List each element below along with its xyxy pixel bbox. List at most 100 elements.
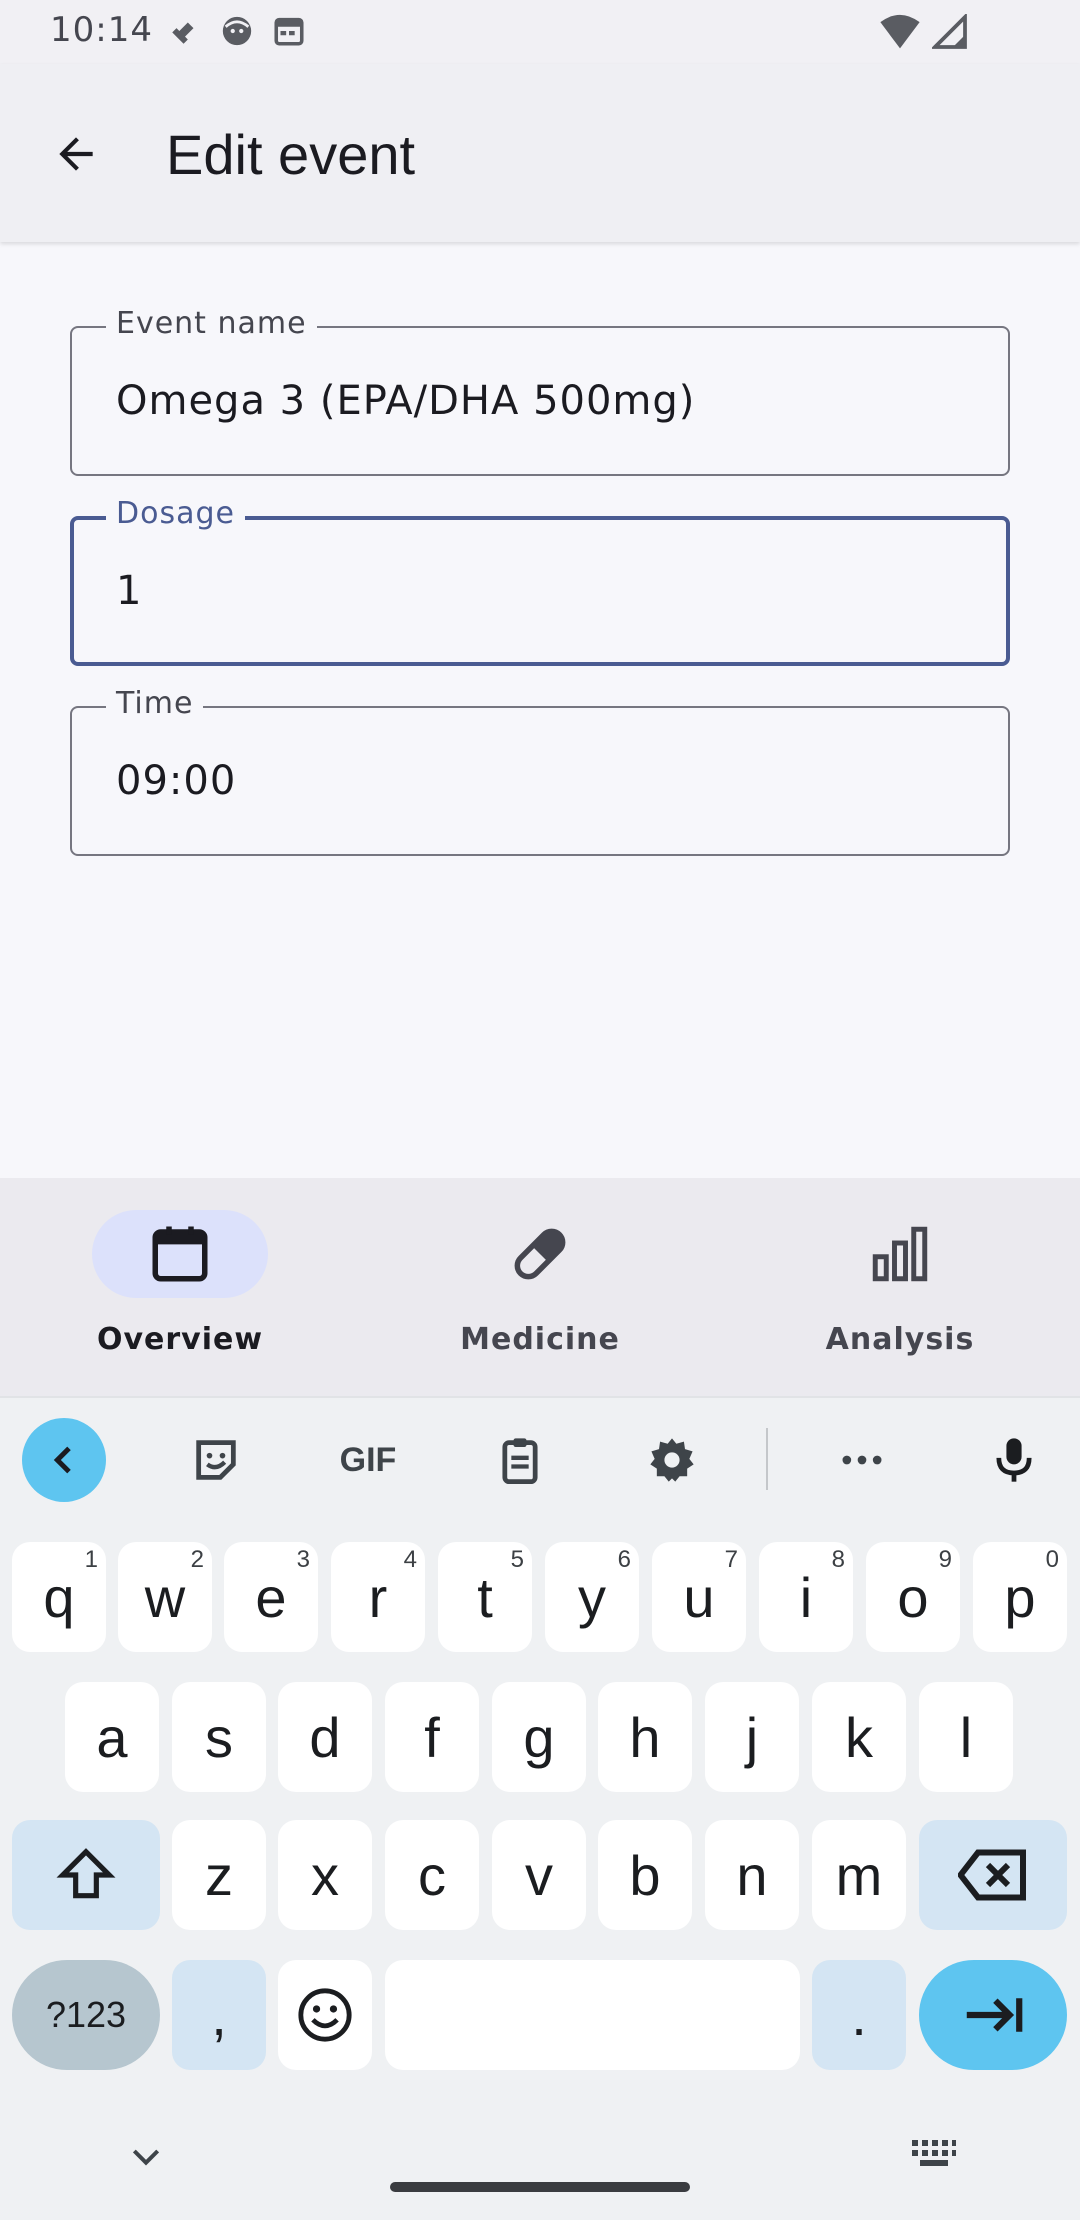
- key-m[interactable]: m: [812, 1820, 906, 1930]
- key-hint: 6: [617, 1546, 631, 1573]
- key-t[interactable]: t5: [438, 1542, 532, 1652]
- key-l[interactable]: l: [919, 1682, 1013, 1792]
- microphone-icon: [996, 1438, 1032, 1482]
- key-v[interactable]: v: [492, 1820, 586, 1930]
- emoji-key[interactable]: [278, 1960, 372, 2070]
- keyboard-back-button[interactable]: [22, 1418, 106, 1502]
- key-label: e: [255, 1565, 287, 1629]
- key-hint: 4: [403, 1546, 417, 1573]
- nav-item-medicine[interactable]: Medicine: [374, 1210, 674, 1370]
- key-s[interactable]: s: [172, 1682, 266, 1792]
- key-x[interactable]: x: [278, 1820, 372, 1930]
- bar-chart-icon: [872, 1226, 928, 1282]
- shift-key[interactable]: [12, 1820, 160, 1930]
- clipboard-icon: [502, 1438, 538, 1485]
- nav-indicator: [452, 1210, 628, 1298]
- key-o[interactable]: o9: [866, 1542, 960, 1652]
- sticker-icon: [196, 1440, 236, 1480]
- key-b[interactable]: b: [598, 1820, 692, 1930]
- sticker-button[interactable]: [174, 1418, 258, 1502]
- key-e[interactable]: e3: [224, 1542, 318, 1652]
- key-f[interactable]: f: [385, 1682, 479, 1792]
- key-i[interactable]: i8: [759, 1542, 853, 1652]
- pill-icon: [514, 1228, 566, 1280]
- hide-keyboard-button[interactable]: [126, 2136, 166, 2180]
- nav-label-analysis: Analysis: [825, 1322, 975, 1357]
- key-j[interactable]: j: [705, 1682, 799, 1792]
- backspace-icon: [958, 1849, 1026, 1901]
- back-arrow-icon: [59, 137, 93, 171]
- key-h[interactable]: h: [598, 1682, 692, 1792]
- keyboard-icon: [912, 2140, 956, 2166]
- voice-input-button[interactable]: [972, 1418, 1056, 1502]
- key-w[interactable]: w2: [118, 1542, 212, 1652]
- shift-icon: [56, 1848, 116, 1899]
- more-button[interactable]: [820, 1418, 904, 1502]
- key-label: r: [368, 1565, 388, 1629]
- key-label: i: [799, 1565, 813, 1629]
- page-title: Edit event: [166, 123, 416, 186]
- event-name-value: Omega 3 (EPA/DHA 500mg): [116, 378, 696, 424]
- key-label: p: [1004, 1565, 1036, 1629]
- nav-label-overview: Overview: [96, 1322, 264, 1357]
- key-q[interactable]: q1: [12, 1542, 106, 1652]
- symbols-key[interactable]: ?123: [12, 1960, 160, 2070]
- dosage-field[interactable]: Dosage 1: [70, 496, 1010, 666]
- key-hint: 1: [84, 1546, 98, 1573]
- key-hint: 9: [938, 1546, 952, 1573]
- event-name-field[interactable]: Event name Omega 3 (EPA/DHA 500mg): [70, 306, 1010, 476]
- switch-keyboard-button[interactable]: [910, 2136, 958, 2180]
- time-value: 09:00: [116, 758, 237, 804]
- key-y[interactable]: y6: [545, 1542, 639, 1652]
- key-label: t: [477, 1565, 493, 1629]
- nav-item-analysis[interactable]: Analysis: [734, 1210, 1034, 1370]
- status-notification-icons: [168, 14, 306, 48]
- status-bar: 10:14: [0, 0, 1080, 64]
- status-time: 10:14: [50, 10, 153, 50]
- key-r[interactable]: r4: [331, 1542, 425, 1652]
- key-d[interactable]: d: [278, 1682, 372, 1792]
- chevron-down-icon: [132, 2149, 160, 2166]
- wrench-icon: [172, 19, 197, 44]
- home-gesture-handle[interactable]: [390, 2182, 690, 2192]
- wifi-icon: [880, 14, 920, 49]
- dosage-label: Dosage: [106, 496, 245, 531]
- event-name-label: Event name: [106, 306, 317, 341]
- key-a[interactable]: a: [65, 1682, 159, 1792]
- key-p[interactable]: p0: [973, 1542, 1067, 1652]
- nav-indicator: [92, 1210, 268, 1298]
- face-icon: [222, 16, 252, 46]
- calendar-icon: [274, 17, 304, 46]
- calendar-icon: [152, 1226, 208, 1282]
- key-label: w: [144, 1565, 186, 1629]
- key-hint: 3: [296, 1546, 310, 1573]
- chevron-left-icon: [53, 1446, 71, 1474]
- gif-button[interactable]: GIF: [326, 1418, 410, 1502]
- next-key[interactable]: [919, 1960, 1067, 2070]
- period-key[interactable]: .: [812, 1960, 906, 2070]
- back-button[interactable]: [40, 118, 112, 190]
- settings-button[interactable]: [630, 1418, 714, 1502]
- key-hint: 5: [510, 1546, 524, 1573]
- nav-item-overview[interactable]: Overview: [14, 1210, 314, 1370]
- settings-icon: [650, 1438, 694, 1482]
- status-system-icons: [880, 14, 968, 50]
- clipboard-button[interactable]: [478, 1418, 562, 1502]
- app-bar: Edit event: [0, 64, 1080, 242]
- key-z[interactable]: z: [172, 1820, 266, 1930]
- key-k[interactable]: k: [812, 1682, 906, 1792]
- dosage-value: 1: [116, 568, 143, 614]
- nav-label-medicine: Medicine: [460, 1322, 620, 1357]
- signal-icon: [932, 14, 967, 49]
- key-n[interactable]: n: [705, 1820, 799, 1930]
- key-g[interactable]: g: [492, 1682, 586, 1792]
- time-field[interactable]: Time 09:00: [70, 686, 1010, 856]
- backspace-key[interactable]: [919, 1820, 1067, 1930]
- space-key[interactable]: [385, 1960, 800, 2070]
- key-c[interactable]: c: [385, 1820, 479, 1930]
- key-label: q: [43, 1565, 75, 1629]
- more-icon: [842, 1455, 882, 1465]
- comma-key[interactable]: ,: [172, 1960, 266, 2070]
- key-label: y: [578, 1565, 606, 1629]
- key-u[interactable]: u7: [652, 1542, 746, 1652]
